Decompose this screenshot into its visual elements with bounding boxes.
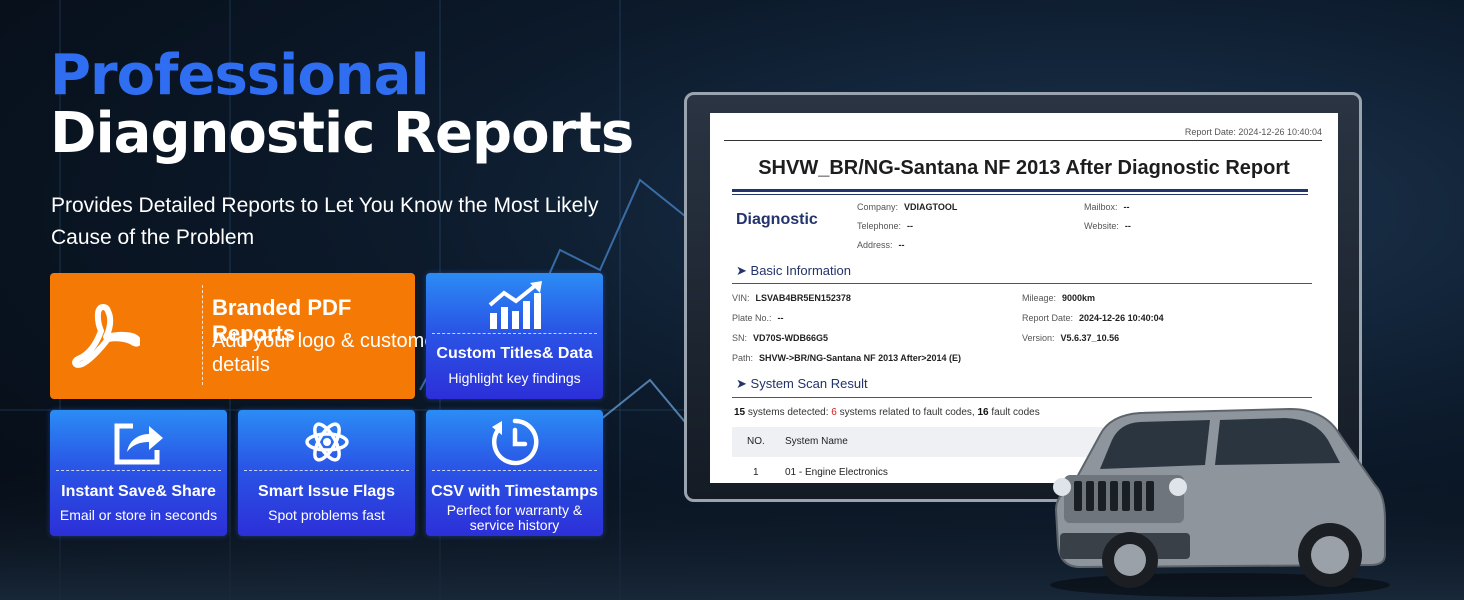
feature-card-issue-flags: Smart Issue Flags Spot problems fast [238,410,415,536]
mileage-field: Mileage: 9000km [1022,293,1096,303]
table-cell: 1 [753,467,759,478]
divider [244,470,409,471]
version-field: Version: V5.6.37_10.56 [1022,333,1120,343]
feature-title: Smart Issue Flags [258,483,395,500]
column-header: System Name [785,436,848,447]
feature-card-branded-pdf: Branded PDF Reports Add your logo & cust… [50,273,442,399]
plate-field: Plate No.: -- [732,313,784,323]
feature-card-csv: CSV with Timestamps Perfect for warranty… [426,410,603,536]
path-field: Path: SHVW->BR/NG-Santana NF 2013 After>2… [732,353,962,363]
growth-chart-icon [488,281,542,329]
chevron-right-icon: ➤ [736,376,747,391]
company-field: Company: VDIAGTOOL [857,202,958,212]
telephone-field: Telephone: -- [857,221,914,231]
feature-title: CSV with Timestamps [431,483,598,500]
divider [432,470,597,471]
divider [724,140,1322,141]
divider [202,285,203,385]
column-header: NO. [747,436,765,447]
sn-field: SN: VD70S-WDB66G5 [732,333,829,343]
hero-title-line1: Professional [50,43,430,108]
share-icon [114,423,163,465]
feature-desc: Perfect for warranty & service history [446,502,583,533]
atom-icon [304,422,349,462]
basic-info-heading: ➤ Basic Information [736,263,851,278]
feature-card-custom-titles: Custom Titles& Data Highlight key findin… [426,273,603,399]
feature-desc: Spot problems fast [268,507,385,523]
scan-result-heading: ➤ System Scan Result [736,376,868,391]
address-field: Address: -- [857,240,905,250]
feature-desc: Email or store in seconds [59,507,218,523]
vin-field: VIN: LSVAB4BR5EN152378 [732,293,851,303]
report-title: SHVW_BR/NG-Santana NF 2013 After Diagnos… [758,157,1290,179]
feature-title: Instant Save& Share [61,483,216,500]
chevron-right-icon: ➤ [736,263,747,278]
clock-icon [491,418,538,466]
hero-title-line2: Diagnostic Reports [50,101,634,166]
divider [56,470,221,471]
table-cell: 01 - Engine Electronics [785,467,888,478]
pdf-icon [72,304,140,368]
scan-summary: 15 systems detected: 6 systems related t… [734,407,1040,418]
feature-title: Custom Titles& Data [436,345,593,362]
divider [732,194,1308,195]
mailbox-field: Mailbox: -- [1084,202,1130,212]
report-date-field: Report Date: 2024-12-26 10:40:04 [1022,313,1164,323]
divider [732,189,1308,192]
feature-desc: Add your logo & customer details [212,330,443,376]
website-field: Website: -- [1084,221,1131,231]
divider [432,333,597,334]
feature-desc: Highlight key findings [448,370,581,386]
report-date-header: Report Date: 2024-12-26 10:40:04 [1184,127,1322,137]
hero-subtitle: Provides Detailed Reports to Let You Kno… [51,194,599,249]
report-brand-logo: Diagnostic [736,211,818,228]
suv-car-image [1050,407,1390,597]
divider [732,283,1312,284]
feature-card-save-share: Instant Save& Share Email or store in se… [50,410,227,536]
